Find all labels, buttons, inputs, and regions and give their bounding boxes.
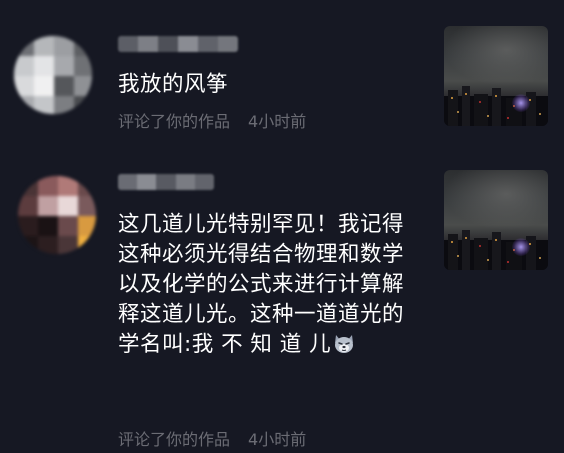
city-skyline-icon	[444, 86, 548, 126]
notification-item[interactable]: 我放的风筝 评论了你的作品 4小时前	[0, 0, 564, 160]
action-text: 评论了你的作品	[118, 112, 231, 131]
comment-text: 我放的风筝	[118, 72, 229, 97]
city-skyline-icon	[444, 230, 548, 270]
wolf-face-emoji-icon	[335, 335, 354, 353]
user-avatar[interactable]	[14, 36, 92, 114]
username-blurred[interactable]	[118, 174, 214, 190]
comment-text: 这几道儿光特别罕见！我记得这种必须光得结合物理和数学以及化学的公式来进行计算解释…	[118, 210, 414, 360]
comment-meta: 评论了你的作品 4小时前	[118, 426, 306, 450]
video-thumbnail[interactable]	[444, 170, 548, 270]
username-blurred[interactable]	[118, 36, 238, 52]
video-thumbnail[interactable]	[444, 26, 548, 126]
timestamp: 4小时前	[248, 112, 307, 131]
comment-meta: 评论了你的作品 4小时前	[118, 108, 306, 132]
action-text: 评论了你的作品	[118, 430, 231, 449]
timestamp: 4小时前	[248, 430, 307, 449]
user-avatar[interactable]	[18, 176, 96, 254]
comment-body: 这几道儿光特别罕见！我记得这种必须光得结合物理和数学以及化学的公式来进行计算解释…	[118, 212, 405, 357]
notification-item[interactable]: 这几道儿光特别罕见！我记得这种必须光得结合物理和数学以及化学的公式来进行计算解释…	[0, 160, 564, 453]
